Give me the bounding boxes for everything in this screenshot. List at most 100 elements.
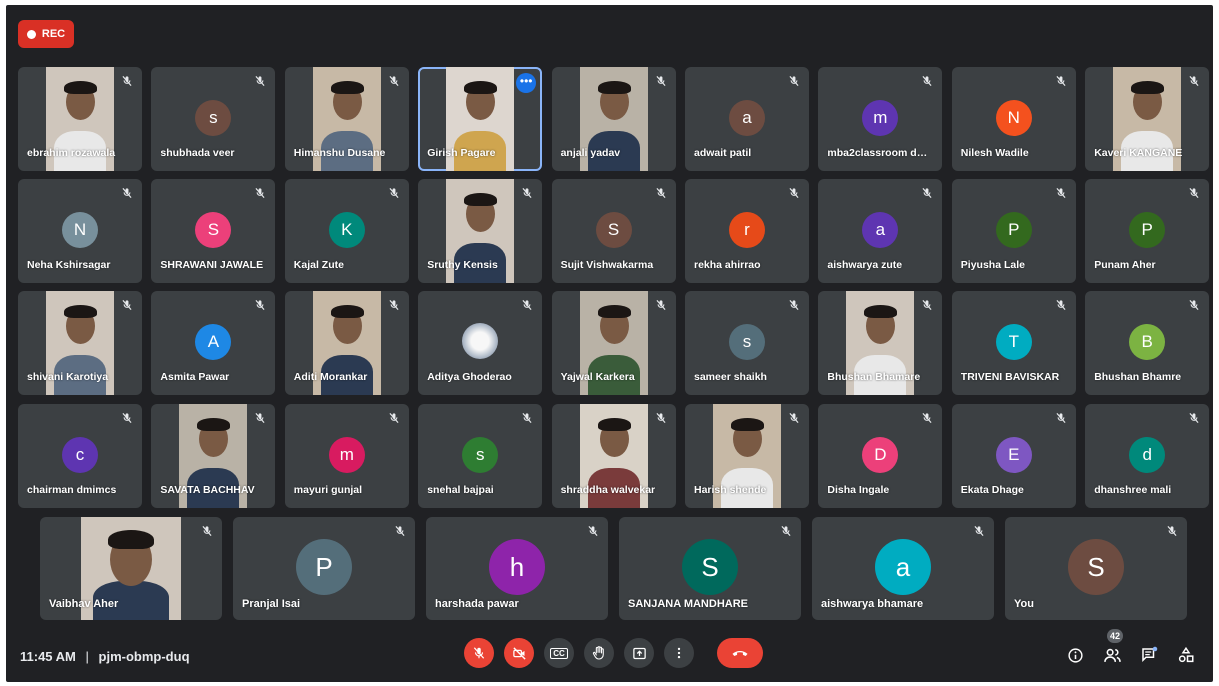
avatar: D [862,437,899,473]
participant-tile[interactable]: a aishwarya zute [818,179,943,283]
camera-off-icon [512,646,526,660]
participant-name: harshada pawar [435,598,519,610]
end-call-icon [732,651,748,656]
participant-name: Sruthy Kensis [427,259,498,271]
avatar: s [462,437,499,473]
mic-muted-icon [1054,411,1068,425]
participant-tile[interactable]: Yajwal Karkera [551,291,676,395]
mic-toggle-button[interactable] [464,638,494,668]
participant-name: SAVATA BACHHAV [160,484,255,496]
participant-name: mayuri gunjal [293,484,363,496]
participant-tile[interactable]: SAVATA BACHHAV [151,404,276,508]
end-call-button[interactable] [717,638,763,668]
participant-tile[interactable]: s shubhada veer [151,67,276,171]
participant-tile[interactable]: P Piyusha Lale [951,179,1076,283]
participant-name: mba2classroom dmimcs [827,147,935,159]
participant-tile[interactable]: ebrahim rozawala [18,67,142,171]
participant-tile[interactable]: shraddha walvekar [551,404,676,508]
participant-tile[interactable]: Bhushan Bhamare [818,291,943,395]
participant-tile[interactable]: S Sujit Vishwakarma [551,179,676,283]
participant-tile[interactable]: P Punam Aher [1085,179,1210,283]
participant-tile[interactable]: d dhanshree mali [1085,404,1210,508]
participant-tile[interactable]: Harish shende [685,404,809,508]
mic-muted-icon [387,74,401,88]
activities-icon [1178,646,1194,663]
participant-tile[interactable]: D Disha Ingale [818,404,943,508]
participant-name: Yajwal Karkera [560,371,635,383]
activities-button[interactable] [1176,645,1196,665]
participant-tile[interactable]: E Ekata Dhage [951,404,1076,508]
participant-tile[interactable]: s sameer shaikh [685,291,809,395]
avatar: N [62,212,98,248]
mic-muted-icon [1187,186,1201,200]
participant-tile[interactable]: P Pranjal Isai [233,517,415,620]
bottom-bar: 11:45 AM | pjm-obmp-duq CC [6,635,1213,682]
avatar: s [729,324,765,360]
participant-tile[interactable]: T TRIVENI BAVISKAR [951,291,1076,395]
camera-toggle-button[interactable] [504,638,534,668]
participant-name: Sujit Vishwakarma [560,259,654,271]
participant-tile[interactable]: anjali yadav [551,67,676,171]
info-icon [1067,647,1083,663]
avatar: P [296,539,352,595]
participant-name: Nilesh Wadile [960,147,1029,159]
participant-name: Ekata Dhage [960,484,1024,496]
avatar: d [1129,437,1166,473]
participant-tile[interactable]: ••• Girish Pagare [418,67,543,171]
mic-muted-icon [120,411,134,425]
participant-tile[interactable]: Vaibhav Aher [40,517,222,620]
people-count-badge: 42 [1107,629,1123,643]
mic-muted-icon [1054,74,1068,88]
participant-tile[interactable]: Kaveri KANGANE [1085,67,1210,171]
mic-muted-icon [1187,74,1201,88]
avatar: r [729,212,765,248]
participant-tile[interactable]: A Asmita Pawar [151,291,276,395]
participant-tile[interactable]: N Nilesh Wadile [951,67,1076,171]
avatar: B [1129,324,1166,360]
participant-name: aishwarya zute [827,259,903,271]
participant-name: Bhushan Bhamare [827,371,921,383]
participant-tile[interactable]: Sruthy Kensis [418,179,543,283]
participant-tile[interactable]: Aditi Morankar [284,291,409,395]
captions-button[interactable]: CC [544,638,574,668]
participant-name: Neha Kshirsagar [27,259,111,271]
participant-name: shraddha walvekar [560,484,656,496]
mic-muted-icon [654,298,668,312]
participant-tile[interactable]: Himanshu Dusane [284,67,409,171]
avatar: S [195,212,232,248]
more-horizontal-icon: ••• [519,74,533,88]
mic-muted-icon [787,411,801,425]
participant-tile[interactable]: N Neha Kshirsagar [18,179,142,283]
tile-options-button[interactable]: ••• [516,73,537,93]
present-screen-button[interactable] [624,638,654,668]
participant-tile[interactable]: a aishwarya bhamare [812,517,994,620]
participant-name: TRIVENI BAVISKAR [960,371,1060,383]
participant-tile[interactable]: h harshada pawar [426,517,608,620]
participant-tile[interactable]: Aditya Ghoderao [418,291,543,395]
participant-tile[interactable]: c chairman dmimcs [18,404,142,508]
participant-tile[interactable]: m mayuri gunjal [284,404,409,508]
participant-tile[interactable]: S SANJANA MANDHARE [619,517,801,620]
participant-tile[interactable]: shivani Karotiya [18,291,142,395]
participant-tile[interactable]: S You [1005,517,1187,620]
participant-tile[interactable]: K Kajal Zute [284,179,409,283]
people-icon [1103,648,1121,662]
chat-button[interactable] [1139,645,1159,665]
raise-hand-button[interactable] [584,638,614,668]
participant-tile[interactable]: a adwait patil [685,67,809,171]
mic-muted-icon [972,524,986,538]
more-options-button[interactable] [664,638,694,668]
participant-tile[interactable]: S SHRAWANI JAWALE [151,179,276,283]
participant-tile[interactable]: m mba2classroom dmimcs [818,67,943,171]
participant-tile[interactable]: B Bhushan Bhamre [1085,291,1210,395]
meeting-details-button[interactable] [1065,645,1085,665]
meet-screen: REC ebrahim rozawala s shubhada veer Himans… [6,5,1213,682]
participant-name: Disha Ingale [827,484,890,496]
people-button[interactable] [1102,645,1122,665]
mic-muted-icon [1187,298,1201,312]
participant-tile[interactable]: s snehal bajpai [418,404,543,508]
participant-tile[interactable]: r rekha ahirrao [685,179,809,283]
participant-name: snehal bajpai [427,484,494,496]
avatar: A [195,324,232,360]
mic-muted-icon [253,186,267,200]
